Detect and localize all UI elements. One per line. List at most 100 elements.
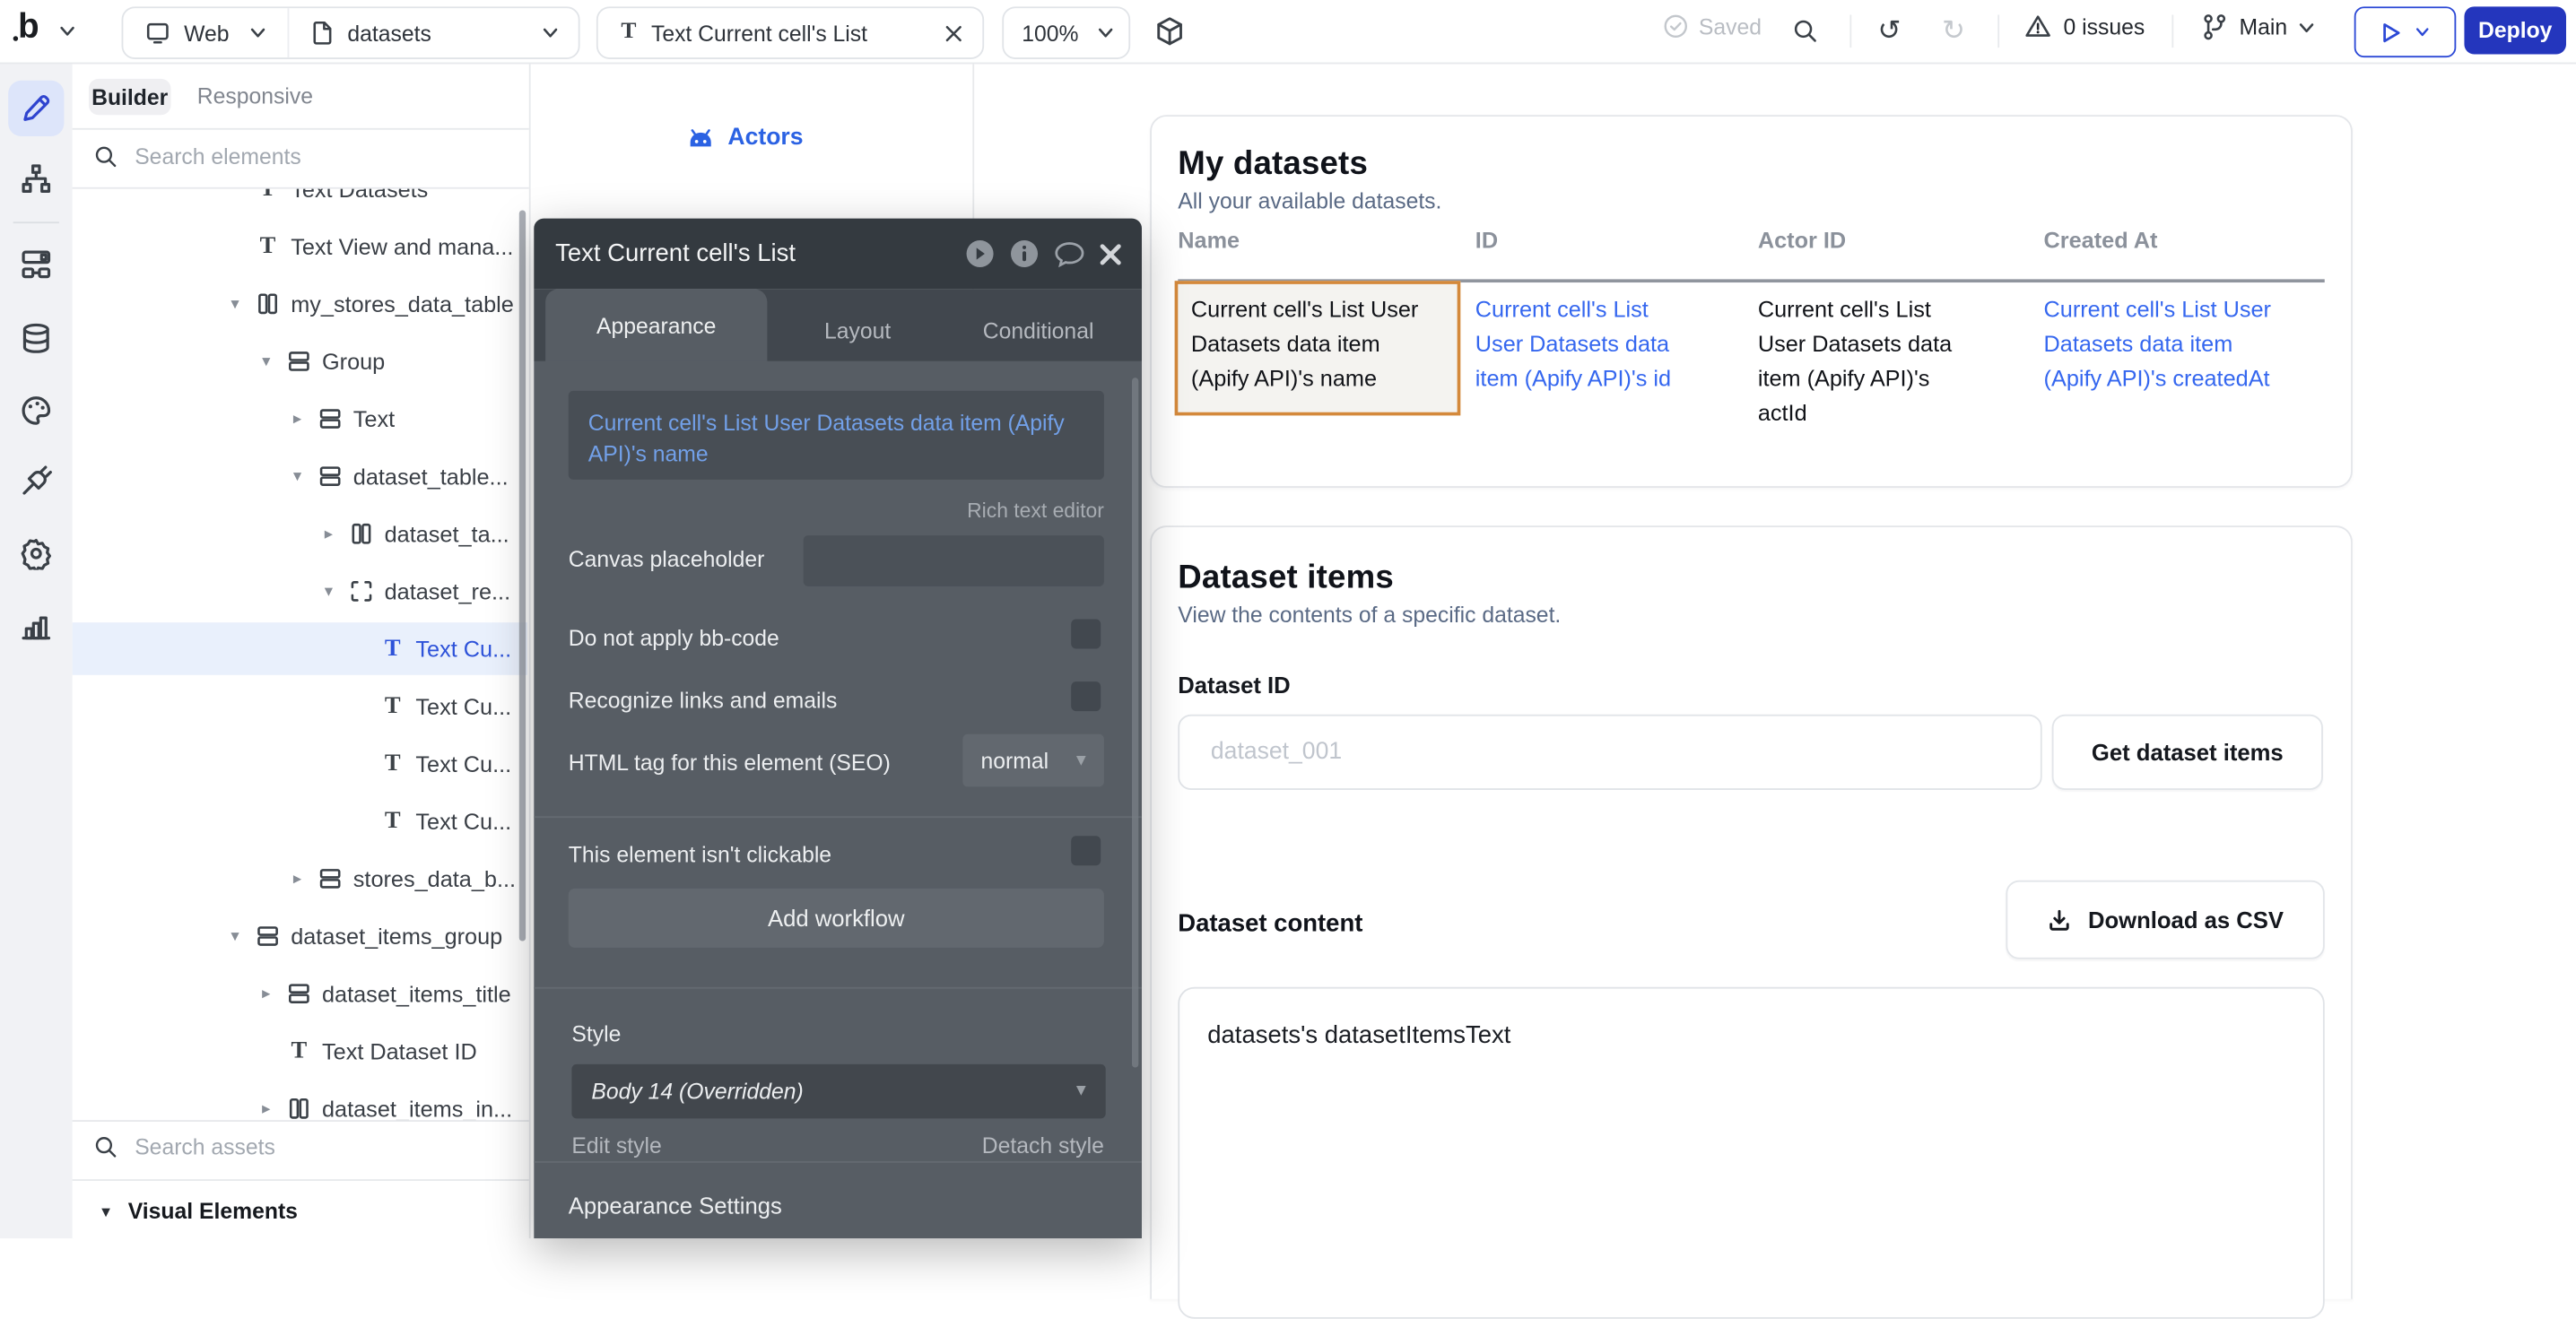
tab-conditional[interactable]: Conditional [948,299,1128,361]
tab-layout[interactable]: Layout [767,299,947,361]
close-icon[interactable] [1099,242,1122,265]
search-icon [93,144,117,169]
tree-item-label: dataset_items_title [322,981,511,1005]
html-tag-dropdown[interactable]: normal ▼ [962,734,1104,787]
tree-caret-icon[interactable]: ▸ [257,1099,276,1117]
tree-item-text-datasets[interactable]: TText Datasets [73,189,527,215]
bbcode-checkbox[interactable] [1071,620,1101,649]
rich-text-editor-link[interactable]: Rich text editor [967,499,1104,523]
page-selector[interactable]: datasets [347,21,431,45]
tree-caret-icon[interactable]: ▾ [318,582,338,600]
inspector-scrollbar[interactable] [1132,377,1138,1067]
deploy-button[interactable]: Deploy [2464,6,2566,54]
inspector-tabs: Appearance Layout Conditional [534,289,1142,361]
add-workflow-button[interactable]: Add workflow [569,889,1104,948]
tree-item-text-cu[interactable]: TText Cu... [73,737,527,790]
mode-selector[interactable]: Web [184,21,229,45]
search-elements [93,143,466,170]
issues-indicator[interactable]: 0 issues [2024,13,2145,39]
search-assets-input[interactable] [132,1133,467,1161]
tree-item-text-cu[interactable]: TText Cu... [73,795,527,848]
tree-caret-icon[interactable]: ▾ [288,467,308,485]
tree-caret-icon[interactable]: ▸ [257,985,276,1002]
detach-style-link[interactable]: Detach style [982,1133,1104,1158]
tree-caret-icon[interactable]: ▾ [225,927,245,945]
tree-item-text-cu[interactable]: TText Cu... [73,680,527,733]
tree-item-text[interactable]: ▸Text [73,393,527,446]
visual-elements-section[interactable]: ▼ Visual Elements [99,1199,298,1223]
style-dropdown[interactable]: Body 14 (Overridden) ▼ [571,1064,1105,1118]
table-cell[interactable]: Current cell's List UserDatasets data it… [2044,292,2343,395]
tree-item-dataset-table[interactable]: ▾dataset_table... [73,450,527,503]
bubble-logo[interactable]: b [18,8,39,48]
tree-item-text-dataset-id[interactable]: TText Dataset ID [73,1025,527,1078]
styles-palette-icon[interactable] [20,395,53,428]
style-label: Style [571,1021,621,1046]
tree-caret-icon[interactable]: ▾ [257,352,276,370]
tree-item-text-cu[interactable]: TText Cu... [73,622,527,675]
tree-caret-icon[interactable]: ▾ [225,295,245,313]
tree-scrollbar[interactable] [519,210,526,941]
zoom-chevron-down-icon [1098,26,1114,39]
logo-chevron-down-icon[interactable] [59,24,75,38]
tab-appearance[interactable]: Appearance [545,289,767,361]
workflow-sitemap-icon[interactable] [20,162,53,195]
tree-item-dataset-re[interactable]: ▾dataset_re... [73,565,527,618]
tree-caret-icon[interactable]: ▸ [288,870,308,888]
actors-robot-icon [687,126,715,150]
tree-caret-icon[interactable]: ▸ [288,410,308,428]
database-icon[interactable] [20,322,53,355]
tree-item-text-view-and-mana[interactable]: TText View and mana... [73,220,527,273]
tree-caret-icon[interactable]: ▸ [318,525,338,542]
appearance-settings-header[interactable]: Appearance Settings [569,1193,782,1219]
tree-item-dataset-items-title[interactable]: ▸ dataset_items_title [73,968,527,1020]
tree-item-my-stores-data-table[interactable]: ▾my_stores_data_table [73,278,527,331]
preview-button[interactable] [2354,6,2457,57]
tree-item-dataset-items-in[interactable]: ▸dataset_items_in... [73,1082,527,1120]
tab-builder[interactable]: Builder [89,79,171,115]
close-tab-icon[interactable] [944,24,962,42]
components-icon[interactable] [20,248,53,282]
inspector-header[interactable]: Text Current cell's List [534,219,1142,290]
search-icon[interactable] [1792,18,1818,44]
my-datasets-subtitle: All your available datasets. [1178,189,1441,213]
info-icon[interactable] [1009,239,1040,270]
tree-item-label: Text View and mana... [291,234,513,258]
design-pencil-icon[interactable] [20,92,53,126]
get-dataset-items-button[interactable]: Get dataset items [2052,715,2323,790]
tree-item-dataset-ta[interactable]: ▸dataset_ta... [73,508,527,560]
table-cell[interactable]: Current cell's ListUser Datasets dataite… [1475,292,1738,395]
redo-icon[interactable]: ↻ [1942,14,1965,48]
comment-icon[interactable] [1053,239,1086,269]
branch-selector[interactable]: Main [2201,13,2315,41]
undo-icon[interactable]: ↺ [1878,14,1902,48]
download-csv-button[interactable]: Download as CSV [2006,881,2324,959]
tree-item-label: Text Dataset ID [322,1039,477,1063]
logs-chart-icon[interactable] [20,610,53,643]
tree-item-dataset-items-group[interactable]: ▾dataset_items_group [73,910,527,963]
table-cell[interactable]: Current cell's ListUser Datasets dataite… [1758,292,2005,430]
col-head-created: Created At [2044,229,2158,253]
element-tab[interactable]: T Text Current cell's List [596,6,984,59]
plugins-plug-icon[interactable] [20,464,53,498]
edit-style-link[interactable]: Edit style [571,1133,661,1158]
text-element-icon: T [379,635,405,663]
nav-actors[interactable]: Actors [687,125,804,151]
run-workflow-icon[interactable] [964,239,996,270]
content-expression-input[interactable]: Current cell's List User Datasets data i… [569,391,1104,480]
component-cube-icon[interactable] [1155,16,1185,46]
zoom-control[interactable]: 100% [1002,6,1130,59]
dataset-id-input[interactable] [1207,737,1989,767]
search-elements-input[interactable] [132,143,467,170]
mode-chevron-down-icon[interactable] [249,26,265,39]
table-cell-selected[interactable]: Current cell's List UserDatasets data it… [1175,281,1461,415]
tree-item-stores-data-b[interactable]: ▸stores_data_b... [73,853,527,906]
tab-responsive[interactable]: Responsive [197,83,313,108]
recognize-links-checkbox[interactable] [1071,681,1101,711]
tree-item-group[interactable]: ▾Group [73,335,527,388]
page-chevron-down-icon[interactable] [542,26,558,39]
settings-gear-icon[interactable] [20,537,53,570]
text-element-icon: T [379,692,405,720]
not-clickable-checkbox[interactable] [1071,836,1101,865]
canvas-placeholder-input[interactable] [804,535,1104,586]
